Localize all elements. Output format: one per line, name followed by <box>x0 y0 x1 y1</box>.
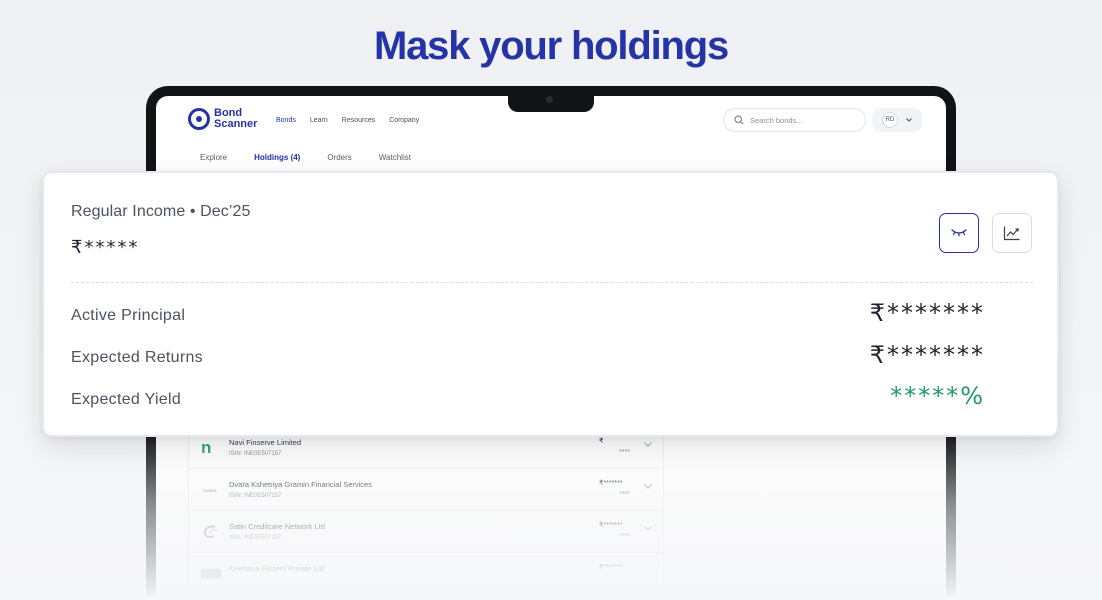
line-chart-icon <box>1003 226 1020 241</box>
tab-holdings[interactable]: Holdings (4) <box>254 153 300 162</box>
active-principal-value: ₹******* <box>869 299 985 327</box>
user-menu-button[interactable]: RD <box>872 108 922 132</box>
avatar: RD <box>882 112 898 128</box>
chevron-down-icon <box>906 118 912 122</box>
dvara-logo-text: DVARA <box>203 488 217 493</box>
holdings-tabs: Explore Holdings (4) Orders Watchlist <box>200 153 411 162</box>
expected-yield-value: *****% <box>890 382 985 410</box>
table-row[interactable]: Keertana Finserv Private Ltd ₹******* <box>189 553 663 595</box>
holding-name: Satin Creditcare Network Ltd <box>229 522 325 531</box>
regular-income-label: Regular Income • Dec’25 <box>71 203 251 220</box>
holding-isin: ISIN: INE0E507157 <box>229 535 282 541</box>
nav-resources[interactable]: Resources <box>342 117 375 124</box>
active-principal-label: Active Principal <box>71 307 186 324</box>
holding-isin: ISIN: INE0E507157 <box>229 493 282 499</box>
top-nav: Bonds Learn Resources Company <box>276 117 419 124</box>
navi-logo-text: n <box>201 438 212 457</box>
dashed-divider <box>71 282 1033 283</box>
tab-explore[interactable]: Explore <box>200 153 227 162</box>
dvara-logo-icon: DVARA <box>201 481 221 499</box>
keertana-logo-icon <box>201 569 221 579</box>
eye-closed-icon <box>951 229 967 237</box>
holding-sub-value: **** <box>619 533 630 540</box>
expected-returns-label: Expected Returns <box>71 349 203 366</box>
holding-name: Navi Finserve Limited <box>229 438 302 447</box>
holding-amount: ₹******* <box>599 522 623 529</box>
chart-view-button[interactable] <box>992 213 1032 253</box>
regular-income-value: ₹***** <box>71 237 140 258</box>
nav-company[interactable]: Company <box>389 117 419 124</box>
holding-amount: ₹******* <box>599 564 623 571</box>
table-row[interactable]: DVARA Dvara Kshetriya Gramin Financial S… <box>189 469 663 511</box>
navi-logo-icon: n <box>201 439 221 457</box>
expected-returns-value: ₹******* <box>869 341 985 369</box>
search-icon <box>734 115 744 125</box>
camera-notch <box>508 86 594 112</box>
tab-orders[interactable]: Orders <box>327 153 351 162</box>
holding-isin: ISIN: INE0E507157 <box>229 451 282 457</box>
chevron-down-icon[interactable] <box>644 526 652 531</box>
holding-name: Keertana Finserv Private Ltd <box>229 564 325 573</box>
holding-name: Dvara Kshetriya Gramin Financial Service… <box>229 480 372 489</box>
chevron-down-icon[interactable] <box>644 484 652 489</box>
logo-mark-icon <box>188 108 210 130</box>
search-placeholder: Search bonds... <box>750 115 803 125</box>
satin-logo-icon <box>204 525 218 538</box>
holding-amount: ₹******* <box>599 480 623 487</box>
table-row[interactable]: Satin Creditcare Network Ltd ISIN: INE0E… <box>189 511 663 553</box>
holdings-summary-card: Regular Income • Dec’25 ₹***** Active Pr… <box>42 171 1059 437</box>
nav-bonds[interactable]: Bonds <box>276 117 296 124</box>
holding-sub-value: **** <box>619 449 630 456</box>
avatar-initials: RD <box>885 117 895 123</box>
holding-amount: ₹ <box>599 438 604 445</box>
mask-toggle-button[interactable] <box>939 213 979 253</box>
holding-sub-value: **** <box>619 491 630 498</box>
camera-dot <box>546 96 553 103</box>
bondscanner-logo[interactable]: Bond Scanner <box>188 108 264 130</box>
holdings-list: n Navi Finserve Limited ISIN: INE0E50715… <box>188 426 664 596</box>
expected-yield-label: Expected Yield <box>71 391 182 408</box>
chevron-down-icon[interactable] <box>644 442 652 447</box>
search-input[interactable]: Search bonds... <box>723 108 866 132</box>
logo-line-2: Scanner <box>214 118 258 130</box>
page-headline: Mask your holdings <box>373 24 729 68</box>
nav-learn[interactable]: Learn <box>310 117 328 124</box>
tab-watchlist[interactable]: Watchlist <box>379 153 411 162</box>
